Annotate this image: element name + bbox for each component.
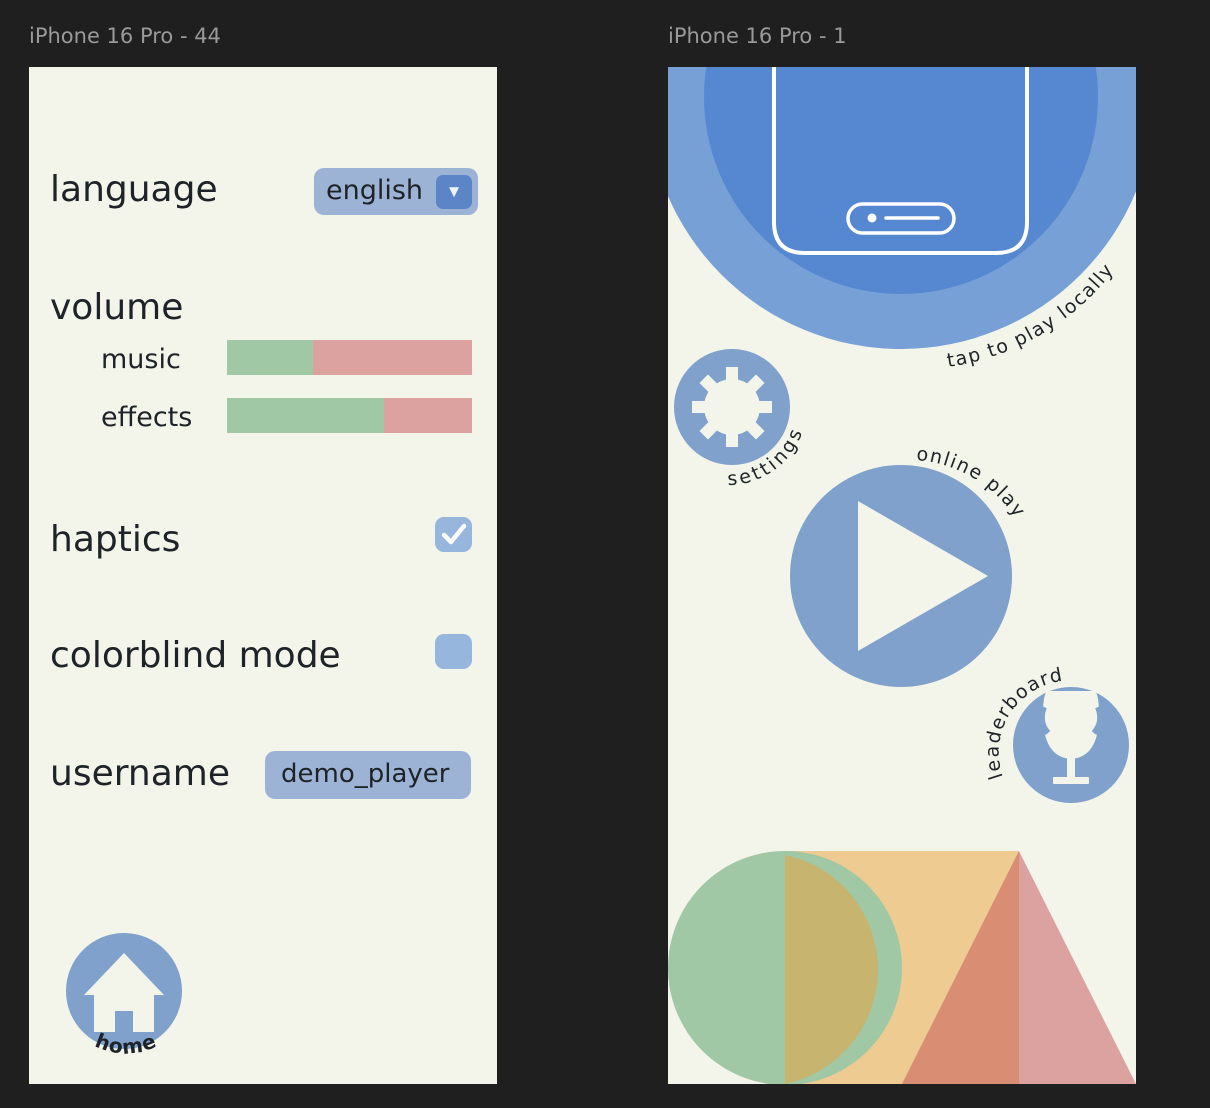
main-menu-screen: tap to play locally settings online play… <box>668 67 1136 1084</box>
language-select[interactable]: english ▼ <box>314 168 478 215</box>
checkmark-icon <box>441 523 467 545</box>
settings-button[interactable] <box>674 349 790 465</box>
effects-volume-slider[interactable] <box>227 398 472 433</box>
frame-title-right: iPhone 16 Pro - 1 <box>668 24 847 48</box>
music-volume-fill <box>227 340 313 375</box>
home-button[interactable]: home <box>29 897 229 1084</box>
music-volume-slider[interactable] <box>227 340 472 375</box>
decorative-shapes <box>668 851 1136 1084</box>
language-label: language <box>50 169 218 210</box>
username-label: username <box>50 753 230 794</box>
dropdown-arrow-icon[interactable]: ▼ <box>436 175 472 209</box>
frame-title-left: iPhone 16 Pro - 44 <box>29 24 221 48</box>
effects-label: effects <box>101 402 193 433</box>
gear-icon <box>692 367 772 447</box>
colorblind-checkbox[interactable] <box>435 634 472 669</box>
username-value: demo_player <box>281 759 450 789</box>
online-play-button[interactable] <box>790 465 1012 687</box>
volume-label: volume <box>50 287 184 328</box>
username-field[interactable]: demo_player <box>265 751 471 799</box>
leaderboard-button[interactable] <box>1013 687 1129 803</box>
haptics-label: haptics <box>50 519 181 560</box>
settings-screen: language english ▼ volume music effects … <box>29 67 497 1084</box>
language-value: english <box>326 175 424 206</box>
music-label: music <box>101 344 181 375</box>
haptics-checkbox[interactable] <box>435 517 472 552</box>
colorblind-label: colorblind mode <box>50 635 341 676</box>
effects-volume-fill <box>227 398 384 433</box>
